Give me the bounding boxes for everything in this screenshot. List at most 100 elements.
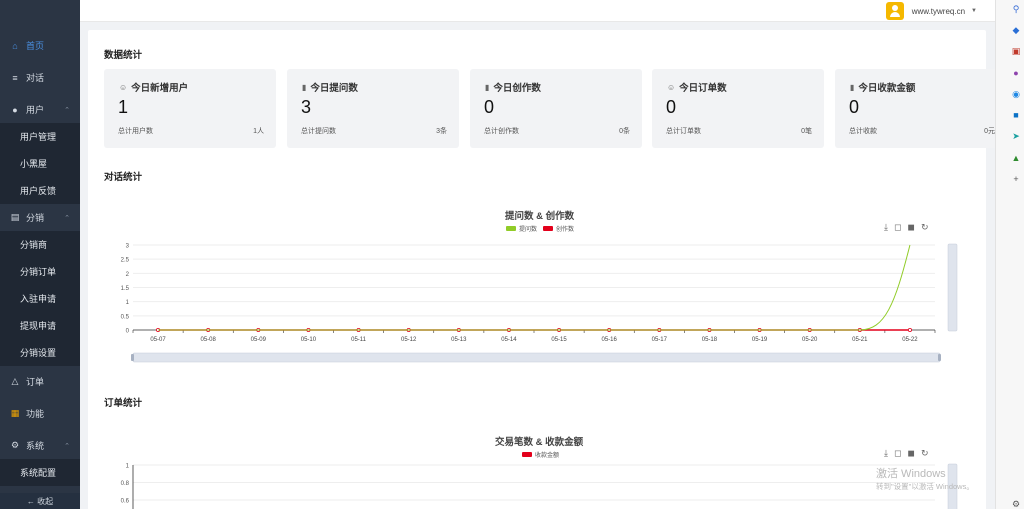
legend-item[interactable]: 提问数 xyxy=(506,224,537,233)
sidebar-item-label: 首页 xyxy=(26,41,45,51)
x-tick-label: 05-09 xyxy=(251,337,267,343)
add-icon[interactable]: + xyxy=(1011,174,1021,184)
sidebar-subitem-feedback[interactable]: 用户反馈 xyxy=(0,177,80,204)
grid-icon: ▦ xyxy=(10,408,20,418)
sidebar-subitem-dist-orders[interactable]: 分销订单 xyxy=(0,258,80,285)
stat-card-title: 今日创作数 xyxy=(493,83,541,94)
legend-label: 收款金额 xyxy=(535,453,560,459)
sidebar-subitem-blacklist[interactable]: 小黑屋 xyxy=(0,150,80,177)
zoom-reset-icon[interactable]: ◼ xyxy=(907,448,914,459)
sidebar-subitem-distributors[interactable]: 分销商 xyxy=(0,231,80,258)
user-icon: ☺ xyxy=(667,82,676,92)
sidebar-item-system[interactable]: ⚙ 系统 ⌃ xyxy=(0,432,80,459)
sidebar-subitem-system-config[interactable]: 系统配置 xyxy=(0,459,80,486)
stat-card-value: 1 xyxy=(118,97,129,117)
stat-card-title: 今日新增用户 xyxy=(131,83,189,94)
x-tick-label: 05-11 xyxy=(351,337,367,343)
sidebar-item-home[interactable]: ⌂ 首页 xyxy=(0,32,80,59)
dialog-line-chart: 0 0.5 1 1.5 2 2.5 3 05-07 05-08 05-09 05-10 05-11 05… xyxy=(121,244,958,363)
x-tick-label: 05-15 xyxy=(551,337,567,343)
stat-card-foot-label: 总计创作数 xyxy=(484,128,519,135)
user-icon: ● xyxy=(12,104,18,115)
sidebar-subitem-withdraw-apply[interactable]: 提现申请 xyxy=(0,312,80,339)
sidebar-subitem-label: 分销订单 xyxy=(20,267,57,277)
stat-card-foot-value: 1人 xyxy=(253,128,264,135)
legend-label: 创作数 xyxy=(556,227,575,233)
sidebar-subitem-label: 用户管理 xyxy=(20,132,57,142)
y-tick-label: 3 xyxy=(126,244,130,250)
x-tick-label: 05-07 xyxy=(150,337,166,343)
stat-card-revenue: ▮ 今日收款金额 0 总计收款 0元 xyxy=(835,69,1007,148)
restore-icon[interactable]: ↻ xyxy=(921,222,929,233)
legend-label: 提问数 xyxy=(519,227,538,233)
sidebar-item-label: 分销 xyxy=(26,213,45,223)
stat-card-foot-value: 0条 xyxy=(619,128,630,135)
x-tick-label: 05-20 xyxy=(802,337,818,343)
legend-swatch xyxy=(506,226,516,231)
zoom-reset-icon[interactable]: ◼ xyxy=(907,222,914,233)
people-icon[interactable]: ● xyxy=(1011,68,1021,78)
y-tick-label: 1.5 xyxy=(121,286,130,292)
sidebar-collapse-button[interactable]: ← 收起 xyxy=(0,493,80,509)
chart-toolbox: ⤓ ◻ ◼ ↻ xyxy=(884,448,929,459)
bar-chart-icon: ▮ xyxy=(485,82,490,92)
sidebar-subitem-join-apply[interactable]: 入驻申请 xyxy=(0,285,80,312)
legend-item[interactable]: 创作数 xyxy=(543,224,574,233)
stat-card-value: 0 xyxy=(849,97,860,117)
zoom-icon[interactable]: ◻ xyxy=(894,448,901,459)
share-icon: ▤ xyxy=(10,212,20,222)
stat-card-orders: ☺ 今日订单数 0 总计订单数 0笔 xyxy=(652,69,824,148)
money-bag-icon: △ xyxy=(11,376,19,386)
list-icon: ≡ xyxy=(12,72,18,83)
send-icon[interactable]: ➤ xyxy=(1011,131,1021,141)
stat-card-title: 今日订单数 xyxy=(679,83,727,94)
sidebar-subitem-user-management[interactable]: 用户管理 xyxy=(0,123,80,150)
sidebar-item-orders[interactable]: △ 订单 xyxy=(0,368,80,395)
chart-title: 提问数 & 创作数 xyxy=(505,211,575,222)
download-icon[interactable]: ⤓ xyxy=(884,448,888,459)
zoom-slider-horizontal xyxy=(132,352,941,363)
sidebar-subitem-label: 分销设置 xyxy=(20,348,57,358)
user-menu[interactable]: www.tywreq.cn ▼ xyxy=(885,0,977,22)
collapse-label: ← 收起 xyxy=(26,496,54,506)
avatar xyxy=(885,2,904,20)
zoom-slider-handle xyxy=(938,354,941,361)
y-tick-label: 0 xyxy=(126,329,130,335)
sidebar-item-dialog[interactable]: ≡ 对话 xyxy=(0,64,80,91)
activation-watermark-title: 激活 Windows xyxy=(876,468,946,480)
search-icon[interactable]: ⚲ xyxy=(1011,4,1021,14)
restore-icon[interactable]: ↻ xyxy=(921,448,929,459)
download-icon[interactable]: ⤓ xyxy=(884,222,888,233)
tree-icon[interactable]: ▲ xyxy=(1011,153,1021,163)
zoom-icon[interactable]: ◻ xyxy=(894,222,901,233)
stat-card-value: 0 xyxy=(484,97,495,117)
briefcase-icon[interactable]: ▣ xyxy=(1011,46,1021,56)
x-tick-label: 05-14 xyxy=(501,337,517,343)
sidebar-subitem-label: 用户反馈 xyxy=(20,186,57,196)
user-icon: ☺ xyxy=(119,82,128,92)
sidebar-item-features[interactable]: ▦ 功能 xyxy=(0,400,80,427)
stat-card-title: 今日收款金额 xyxy=(858,83,916,94)
x-tick-label: 05-12 xyxy=(401,337,417,343)
copilot-icon[interactable]: ◉ xyxy=(1011,89,1021,99)
gear-icon[interactable]: ⚙ xyxy=(1011,499,1021,509)
stat-card-foot-value: 0元 xyxy=(984,128,995,135)
chevron-down-icon: ▼ xyxy=(971,8,977,14)
y-tick-label: 2 xyxy=(126,272,130,278)
stat-card-foot-label: 总计订单数 xyxy=(666,128,701,135)
y-tick-label: 0.8 xyxy=(121,481,130,487)
x-tick-label: 05-17 xyxy=(652,337,668,343)
sidebar-subitem-label: 分销商 xyxy=(20,240,48,250)
sidebar-item-distribution[interactable]: ▤ 分销 ⌃ xyxy=(0,204,80,231)
x-tick-label: 05-21 xyxy=(852,337,868,343)
bar-chart-icon: ▮ xyxy=(302,82,307,92)
sidebar-item-users[interactable]: ● 用户 ⌃ xyxy=(0,96,80,123)
outlook-icon[interactable]: ■ xyxy=(1011,110,1021,120)
tag-icon[interactable]: ◆ xyxy=(1011,25,1021,35)
y-tick-label: 0.5 xyxy=(121,314,130,320)
sidebar-subitem-dist-settings[interactable]: 分销设置 xyxy=(0,339,80,366)
stat-card-foot-value: 3条 xyxy=(436,128,447,135)
sidebar-subitem-label: 小黑屋 xyxy=(20,159,48,169)
legend-item[interactable]: 收款金额 xyxy=(522,450,559,459)
chevron-up-icon: ⌃ xyxy=(64,442,70,450)
